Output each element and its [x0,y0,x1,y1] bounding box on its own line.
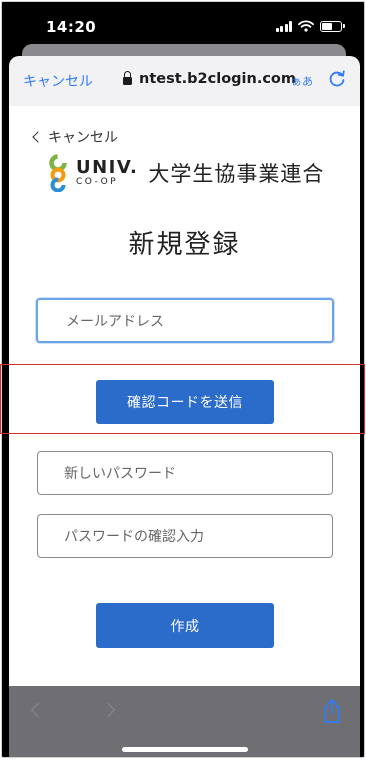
browser-toolbar [9,686,360,757]
logo-univ-text: UNIV. [76,157,139,178]
phone-frame: 14:20 キャンセル ntest.b2clogin.com ぁあ キャンセル … [1,1,365,758]
back-label: キャンセル [48,130,118,146]
send-code-button[interactable]: 確認コードを送信 [96,380,274,424]
email-placeholder: メールアドレス [66,313,164,330]
new-password-field[interactable]: 新しいパスワード [37,451,333,495]
wifi-icon [298,20,314,32]
page-title: 新規登録 [128,230,241,260]
signal-icon [275,20,292,32]
organization-name: 大学生協事業連合 [148,162,325,186]
url-display[interactable]: ntest.b2clogin.com [123,71,296,87]
new-password-placeholder: 新しいパスワード [64,466,176,482]
battery-icon [320,20,345,32]
reload-icon[interactable] [327,69,347,89]
home-indicator [122,747,248,752]
back-arrow-icon[interactable] [30,702,46,718]
status-bar: 14:20 [2,2,364,50]
email-field[interactable]: メールアドレス [36,298,334,343]
status-icons [275,19,345,33]
confirm-password-field[interactable]: パスワードの確認入力 [37,514,333,558]
status-time: 14:20 [46,18,97,36]
back-link[interactable]: キャンセル [31,127,118,147]
share-icon[interactable] [321,698,343,724]
coop-logo-icon [49,154,67,192]
univ-coop-logo: UNIV. CO-OP 大学生協事業連合 [45,154,324,192]
chevron-left-icon [32,131,44,143]
browser-address-bar: キャンセル ntest.b2clogin.com ぁあ [9,56,360,106]
lock-icon [123,71,132,85]
logo-wordmark: UNIV. CO-OP [76,159,138,187]
page-content: キャンセル UNIV. CO-OP 大学生協事業連合 新規登録 メールアドレス … [9,106,360,686]
browser-cancel-button[interactable]: キャンセル [23,71,93,91]
forward-arrow-icon[interactable] [100,702,116,718]
confirm-password-placeholder: パスワードの確認入力 [64,529,204,545]
text-size-button[interactable]: ぁあ [291,73,313,89]
create-button[interactable]: 作成 [96,603,274,648]
logo-coop-text: CO-OP [76,177,119,187]
url-text: ntest.b2clogin.com [139,71,297,87]
